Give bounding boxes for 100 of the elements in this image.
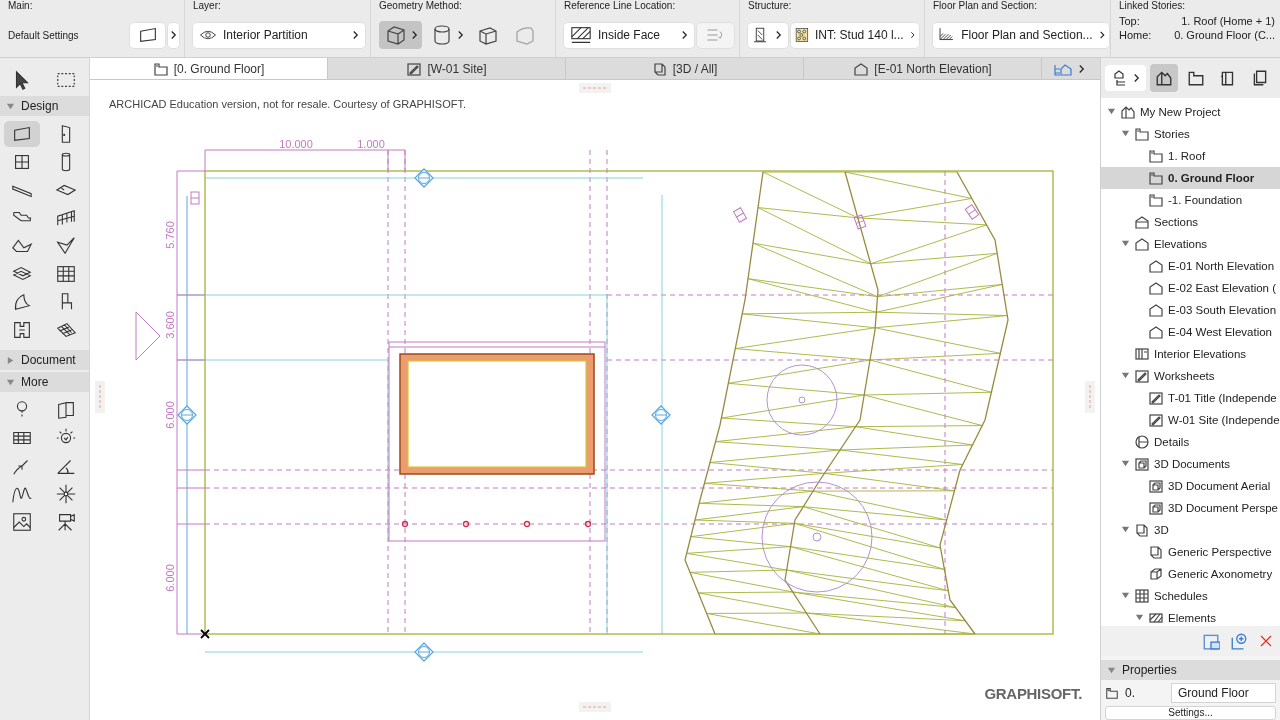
- cube-sheet-icon: [1148, 499, 1164, 516]
- tree-item[interactable]: Details: [1101, 430, 1280, 453]
- tree-item[interactable]: My New Project: [1101, 100, 1280, 123]
- view-list-button[interactable]: [1202, 632, 1220, 651]
- linked-story-label: Top:: [1119, 15, 1141, 27]
- cube-icon: [1148, 565, 1164, 582]
- tree-item[interactable]: 1. Roof: [1101, 144, 1280, 167]
- tree-item[interactable]: 3D: [1101, 518, 1280, 541]
- disclosure-triangle-icon[interactable]: [6, 355, 15, 365]
- dimension-text: 5.760: [164, 221, 176, 249]
- chevron-icon: [1078, 63, 1085, 74]
- tree-item[interactable]: Interior Elevations: [1101, 342, 1280, 365]
- disclosure-triangle-icon[interactable]: [1121, 371, 1130, 381]
- dimension-text: 1.000: [357, 138, 385, 150]
- chevron-icon: [909, 30, 915, 40]
- navigator-popup-button[interactable]: [1105, 64, 1146, 91]
- tree-item[interactable]: Sections: [1101, 210, 1280, 233]
- hotspot-dot[interactable]: [401, 520, 409, 528]
- camera-icon: [55, 511, 77, 533]
- add-view-icon: [1230, 632, 1248, 651]
- disclosure-triangle-icon[interactable]: [1121, 239, 1130, 249]
- tree-house-icon: [1111, 69, 1127, 86]
- chevron-icon: [457, 30, 464, 40]
- new-view-button[interactable]: [1230, 632, 1248, 651]
- structure-field[interactable]: INT: Stud 140 l...: [791, 22, 919, 48]
- tree-item[interactable]: Generic Perspective: [1101, 540, 1280, 563]
- tag-icon: [190, 191, 200, 205]
- floor-plan-icon: [152, 60, 169, 77]
- dimension-text: 6.000: [164, 401, 176, 429]
- split-handle-icon[interactable]: [579, 702, 611, 712]
- tree-item[interactable]: Generic Axonometry: [1101, 562, 1280, 585]
- tree-item[interactable]: 3D Documents: [1101, 452, 1280, 475]
- elevation-marker-icon[interactable]: [414, 642, 434, 662]
- tree-item[interactable]: E-02 East Elevation (: [1101, 276, 1280, 299]
- expand-button[interactable]: [167, 22, 179, 48]
- group-label: Structure:: [748, 0, 793, 12]
- layer-field[interactable]: Interior Partition: [193, 22, 365, 48]
- disclosure-triangle-icon[interactable]: [6, 377, 15, 387]
- split-handle-icon[interactable]: [579, 83, 611, 93]
- light-icon: [55, 483, 77, 505]
- hotspot-dot[interactable]: [462, 520, 470, 528]
- tree-item[interactable]: Schedules: [1101, 584, 1280, 607]
- disclosure-triangle-icon[interactable]: [1121, 525, 1130, 535]
- tree-item[interactable]: E-04 West Elevation: [1101, 320, 1280, 343]
- section-marker-icon[interactable]: [135, 311, 161, 361]
- tree-item[interactable]: T-01 Title (Independe: [1101, 386, 1280, 409]
- disclosure-triangle-icon[interactable]: [1121, 459, 1130, 469]
- tree-item[interactable]: 3D Document Perspe: [1101, 496, 1280, 519]
- disclosure-triangle-icon[interactable]: [1107, 665, 1116, 675]
- elevation-marker-icon[interactable]: [414, 168, 434, 188]
- tree-item[interactable]: E-01 North Elevation: [1101, 254, 1280, 277]
- room-outline[interactable]: [388, 341, 606, 542]
- tree-item[interactable]: 3D Document Aerial: [1101, 474, 1280, 497]
- education-notice: ARCHICAD Education version, not for resale. Courtesy of GRAPHISOFT.: [109, 98, 467, 110]
- floor-plan-icon: [1148, 169, 1164, 186]
- wall-drawing[interactable]: [399, 353, 595, 475]
- geometry-method-button[interactable]: [379, 21, 422, 49]
- tool-settings-button[interactable]: [130, 22, 165, 48]
- structure-type-button[interactable]: [748, 22, 788, 48]
- reference-line-field[interactable]: Inside Face: [564, 22, 694, 48]
- chevron-icon: [352, 30, 359, 40]
- tree-item[interactable]: Elevations: [1101, 232, 1280, 255]
- disclosure-triangle-icon[interactable]: [1121, 591, 1130, 601]
- tree-item[interactable]: W-01 Site (Independe: [1101, 408, 1280, 431]
- linked-story-value: 0. Ground Floor (C...: [1173, 29, 1275, 41]
- pencil-sheet-icon: [406, 60, 423, 77]
- circle-detail-icon: [1134, 433, 1150, 450]
- floor-plan-field[interactable]: Floor Plan and Section...: [933, 22, 1109, 48]
- chevron-icon: [169, 30, 177, 40]
- properties-header[interactable]: Properties: [1101, 660, 1280, 681]
- tree-item[interactable]: -1. Foundation: [1101, 188, 1280, 211]
- tree-item[interactable]: Elements: [1101, 606, 1280, 627]
- disclosure-triangle-icon[interactable]: [1121, 129, 1130, 139]
- default-settings-label: Default Settings: [8, 29, 80, 41]
- linked-story-label: Home:: [1119, 29, 1153, 41]
- tree-item[interactable]: Stories: [1101, 122, 1280, 145]
- disclosure-triangle-icon[interactable]: [1135, 613, 1144, 623]
- tree-item[interactable]: E-03 South Elevation: [1101, 298, 1280, 321]
- group-label: Linked Stories:: [1119, 0, 1187, 12]
- elevation-marker-icon[interactable]: [177, 405, 197, 425]
- disclosure-triangle-icon[interactable]: [6, 101, 15, 111]
- view-mode-button[interactable]: [1150, 63, 1178, 92]
- hatch-icon: [570, 24, 592, 46]
- toolbox-section-header[interactable]: Design: [0, 96, 89, 116]
- disclosure-triangle-icon[interactable]: [1107, 107, 1116, 117]
- tree-item[interactable]: Worksheets: [1101, 364, 1280, 387]
- story-name-field[interactable]: Ground Floor: [1171, 683, 1276, 704]
- group-label: Floor Plan and Section:: [933, 0, 1038, 12]
- hotspot-dot[interactable]: [523, 520, 531, 528]
- toolbox-section-header[interactable]: Document: [0, 350, 89, 370]
- settings-button[interactable]: Settings...: [1105, 706, 1276, 720]
- view-tab[interactable]: [0. Ground Floor]: [90, 58, 328, 79]
- tag-icon: [733, 207, 747, 223]
- toolbox-section-header[interactable]: More: [0, 372, 89, 392]
- tree-item[interactable]: 0. Ground Floor: [1101, 166, 1280, 189]
- box-icon: [1148, 543, 1164, 560]
- split-handle-icon[interactable]: [1085, 381, 1095, 413]
- elevation-marker-icon[interactable]: [651, 405, 671, 425]
- hotspot-dot[interactable]: [584, 520, 592, 528]
- split-handle-icon[interactable]: [95, 381, 105, 413]
